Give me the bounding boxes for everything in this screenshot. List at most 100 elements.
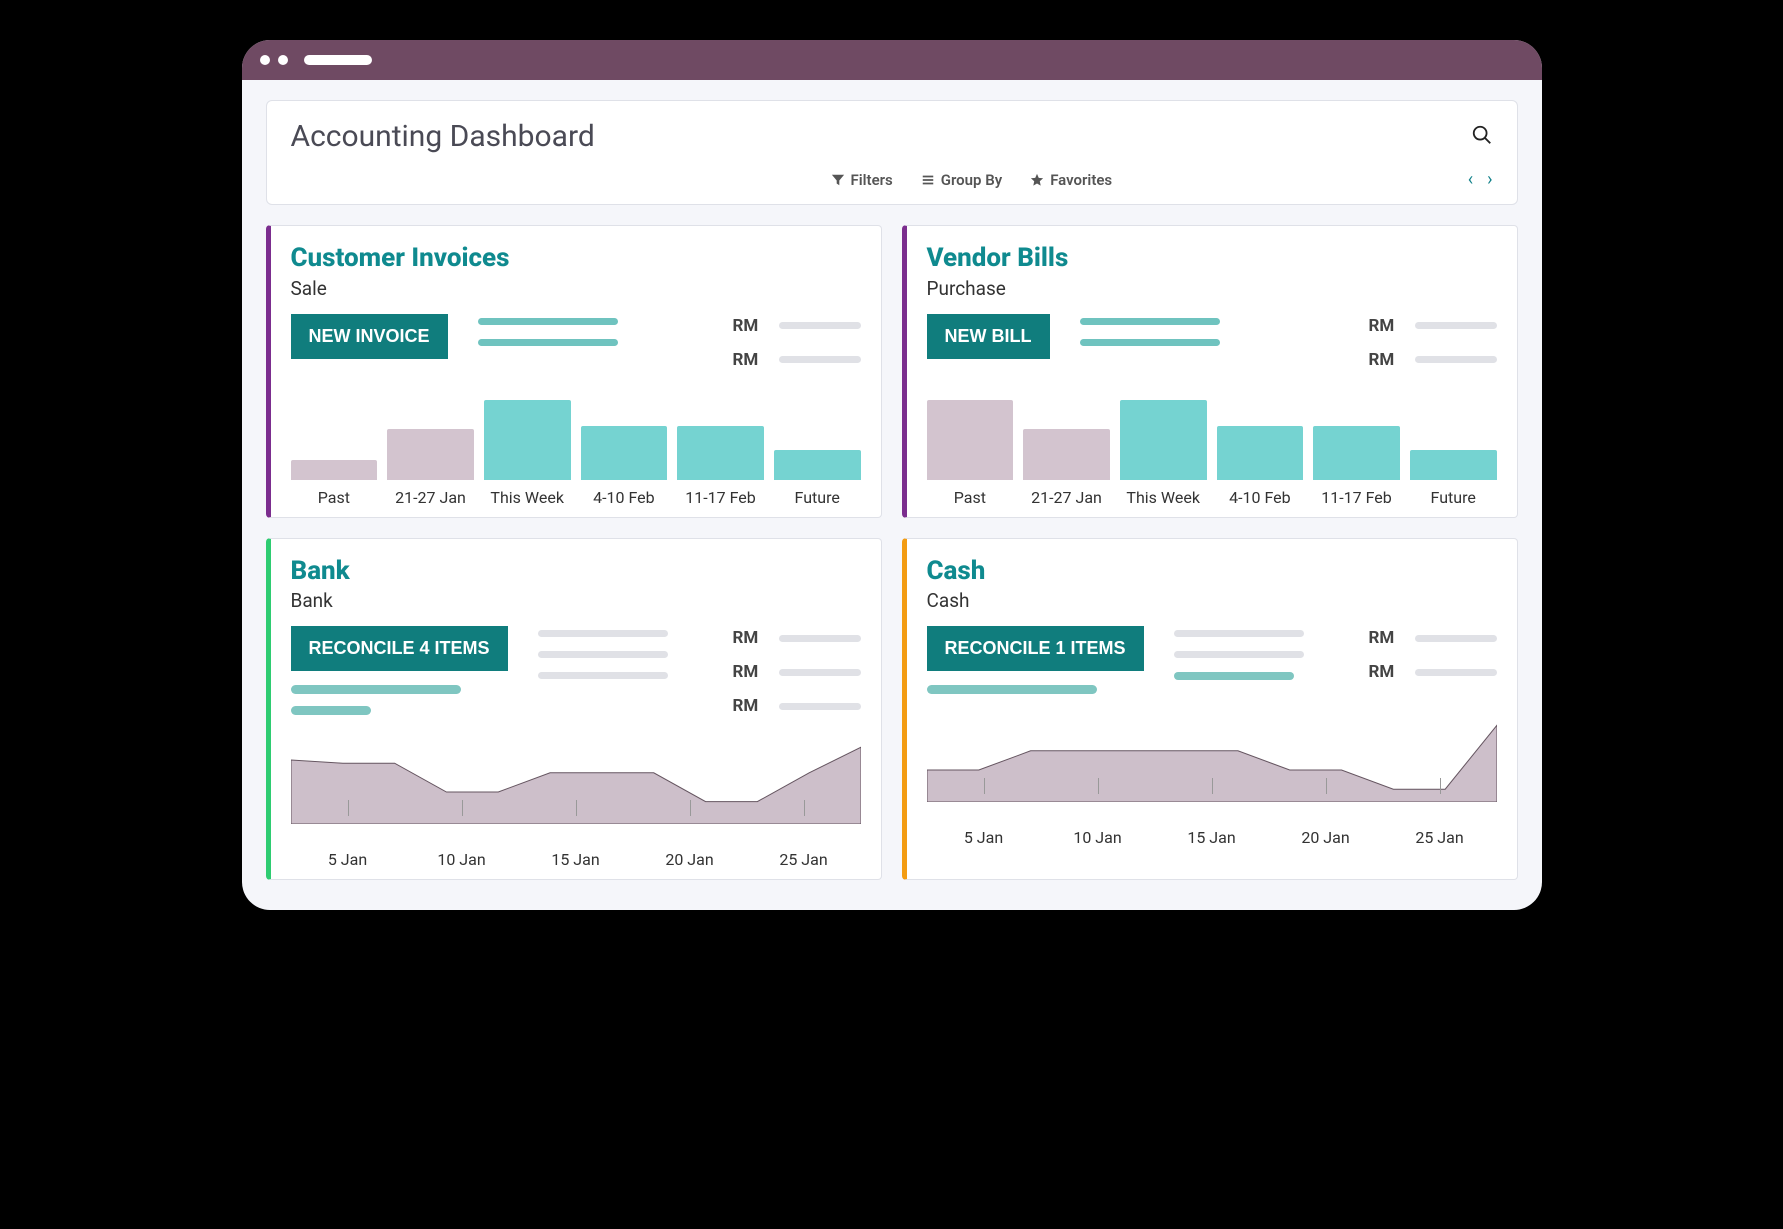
summary-bar <box>927 685 1097 694</box>
currency-col: RM RM <box>1369 314 1497 370</box>
filters-button[interactable]: Filters <box>831 171 893 189</box>
dashboard-grid: Customer Invoices Sale NEW INVOICE RM RM <box>266 225 1518 880</box>
currency-value-placeholder <box>779 703 861 710</box>
currency-col: RM RM <box>733 314 861 370</box>
currency-label: RM <box>733 350 769 370</box>
window-controls[interactable] <box>260 55 288 65</box>
reconcile-bank-button[interactable]: RECONCILE 4 ITEMS <box>291 626 508 671</box>
bar-item <box>677 426 764 479</box>
bar-rect <box>1120 400 1207 480</box>
window-title-placeholder <box>304 55 372 65</box>
tick-line <box>1440 778 1441 794</box>
summary-bar <box>1174 651 1304 658</box>
chevron-right-icon[interactable]: › <box>1487 169 1492 190</box>
area-label: 20 Jan <box>633 850 747 869</box>
summary-bar <box>1174 630 1304 637</box>
card-subtitle: Purchase <box>927 277 1497 300</box>
area-label: 5 Jan <box>927 828 1041 847</box>
summary-bar <box>478 318 618 325</box>
area-label: 25 Jan <box>747 850 861 869</box>
favorites-button[interactable]: Favorites <box>1030 171 1112 189</box>
chevron-left-icon[interactable]: ‹ <box>1468 169 1473 190</box>
card-title[interactable]: Vendor Bills <box>927 244 1497 273</box>
bar-item <box>1023 429 1110 480</box>
area-label: 10 Jan <box>405 850 519 869</box>
currency-label: RM <box>733 316 769 336</box>
star-icon <box>1030 173 1044 187</box>
bar-label: Future <box>774 488 861 507</box>
area-chart <box>291 744 861 844</box>
bar-item <box>581 426 668 479</box>
reconcile-cash-button[interactable]: RECONCILE 1 ITEMS <box>927 626 1144 671</box>
card-title[interactable]: Bank <box>291 557 861 586</box>
currency-label: RM <box>733 628 769 648</box>
tick-line <box>690 800 691 816</box>
card-cash: Cash Cash RECONCILE 1 ITEMS <box>902 538 1518 881</box>
bar-label: 11-17 Feb <box>677 488 764 507</box>
window-dot[interactable] <box>278 55 288 65</box>
search-icon[interactable] <box>1471 124 1493 150</box>
area-chart-labels: 5 Jan10 Jan15 Jan20 Jan25 Jan <box>927 828 1497 847</box>
bar-rect <box>387 429 474 480</box>
bar-label: 11-17 Feb <box>1313 488 1400 507</box>
bar-rect <box>1410 450 1497 479</box>
bar-label: 4-10 Feb <box>581 488 668 507</box>
bar-item <box>387 429 474 480</box>
area-label: 15 Jan <box>519 850 633 869</box>
pager: ‹ › <box>1468 169 1493 190</box>
area-chart <box>927 722 1497 822</box>
bar-label: Past <box>927 488 1014 507</box>
bar-rect <box>774 450 861 479</box>
control-panel: Accounting Dashboard Filters <box>266 100 1518 205</box>
tick-line <box>1212 778 1213 794</box>
currency-value-placeholder <box>779 356 861 363</box>
currency-value-placeholder <box>1415 356 1497 363</box>
card-title[interactable]: Customer Invoices <box>291 244 861 273</box>
bar-label: Future <box>1410 488 1497 507</box>
currency-label: RM <box>733 662 769 682</box>
card-subtitle: Bank <box>291 589 861 612</box>
new-bill-button[interactable]: NEW BILL <box>927 314 1050 359</box>
currency-value-placeholder <box>779 635 861 642</box>
currency-value-placeholder <box>1415 322 1497 329</box>
bar-label: 21-27 Jan <box>1023 488 1110 507</box>
bar-label: This Week <box>1120 488 1207 507</box>
summary-bar <box>1080 318 1220 325</box>
bar-chart <box>927 390 1497 480</box>
favorites-label: Favorites <box>1050 171 1112 189</box>
currency-value-placeholder <box>779 322 861 329</box>
card-customer-invoices: Customer Invoices Sale NEW INVOICE RM RM <box>266 225 882 518</box>
card-bank: Bank Bank RECONCILE 4 ITEMS <box>266 538 882 881</box>
bar-rect <box>581 426 668 479</box>
bar-rect <box>484 400 571 480</box>
card-title[interactable]: Cash <box>927 557 1497 586</box>
bar-label: 4-10 Feb <box>1217 488 1304 507</box>
summary-bar <box>291 685 461 694</box>
currency-label: RM <box>1369 628 1405 648</box>
bar-chart <box>291 390 861 480</box>
area-label: 10 Jan <box>1041 828 1155 847</box>
bar-rect <box>1313 426 1400 479</box>
bar-item <box>774 450 861 479</box>
card-subtitle: Cash <box>927 589 1497 612</box>
currency-label: RM <box>733 696 769 716</box>
bar-rect <box>677 426 764 479</box>
area-label: 20 Jan <box>1269 828 1383 847</box>
currency-col: RM RM RM <box>733 626 861 716</box>
currency-col: RM RM <box>1369 626 1497 682</box>
tick-line <box>804 800 805 816</box>
window-dot[interactable] <box>260 55 270 65</box>
tick-line <box>1326 778 1327 794</box>
area-label: 15 Jan <box>1155 828 1269 847</box>
tick-line <box>462 800 463 816</box>
bar-rect <box>1217 426 1304 479</box>
new-invoice-button[interactable]: NEW INVOICE <box>291 314 448 359</box>
summary-bar <box>478 339 618 346</box>
bar-item <box>1313 426 1400 479</box>
groupby-button[interactable]: Group By <box>921 171 1002 189</box>
bar-item <box>484 400 571 480</box>
bar-item <box>1410 450 1497 479</box>
currency-label: RM <box>1369 662 1405 682</box>
tick-line <box>576 800 577 816</box>
summary-bar <box>291 706 371 715</box>
